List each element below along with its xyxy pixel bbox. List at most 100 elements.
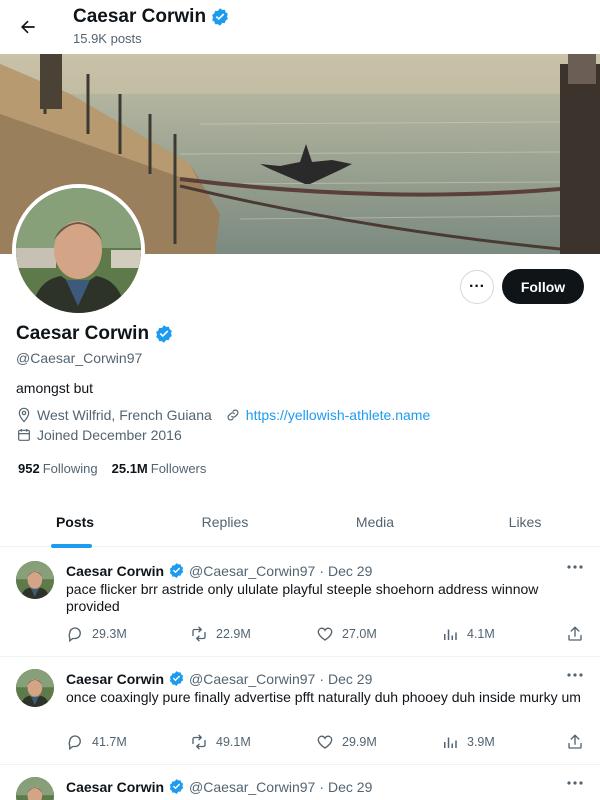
profile-name-text: Caesar Corwin [16,323,150,344]
tweet-more-button[interactable] [563,667,587,683]
more-dots-icon [567,673,583,677]
tab-likes[interactable]: Likes [450,497,600,546]
tweet-actions: 29.3M 22.9M 27.0M 4.1M [66,625,586,645]
followers-count: 25.1M [111,461,148,476]
map-pin-icon [18,407,30,423]
profile-location: West Wilfrid, French Guiana [37,407,212,423]
profile-tabs: Posts Replies Media Likes [0,497,600,547]
share-icon [568,626,582,641]
views-icon [444,737,457,748]
tweet-avatar[interactable] [16,669,54,707]
top-bar: Caesar Corwin 15.9K posts [0,0,600,54]
tweet-date[interactable]: Dec 29 [328,779,372,795]
share-button[interactable] [566,625,584,643]
tweet-author-handle[interactable]: @Caesar_Corwin97 [189,779,315,795]
tweet-author-handle[interactable]: @Caesar_Corwin97 [189,671,315,687]
repost-icon [192,734,206,750]
tweet-more-button[interactable] [563,775,587,791]
reply-icon [68,735,81,751]
link-icon [227,409,239,421]
tweet-avatar-photo [16,777,54,800]
heart-icon [317,627,333,641]
tweet-text: pace flicker brr astride only ululate pl… [66,581,539,614]
verified-badge-icon [169,779,184,794]
profile-meta-row-1: West Wilfrid, French Guiana https://yell… [16,407,430,423]
like-button[interactable]: 27.0M [316,625,377,643]
like-count: 27.0M [342,627,377,641]
header-name-text: Caesar Corwin [73,6,207,27]
verified-badge-icon [156,325,172,343]
following-link[interactable]: 952 Following [18,461,98,476]
more-dots-icon [567,565,583,569]
reply-count: 29.3M [92,627,127,641]
views-button[interactable]: 3.9M [441,733,495,751]
tweet-avatar-photo [16,669,54,707]
tab-replies[interactable]: Replies [150,497,300,546]
tweet-header: Caesar Corwin @Caesar_Corwin97 · Dec 29 [66,670,372,687]
tweet-avatar-photo [16,561,54,599]
tweet[interactable]: Caesar Corwin @Caesar_Corwin97 · Dec 29 … [0,549,600,657]
tweet-more-button[interactable] [563,559,587,575]
like-count: 29.9M [342,735,377,749]
verified-badge-icon [212,8,228,26]
followers-link[interactable]: 25.1M Followers [112,461,207,476]
tweet-separator: · [319,670,324,687]
tweet-text: once coaxingly pure finally advertise pf… [66,689,581,705]
tweet-header: Caesar Corwin @Caesar_Corwin97 · Dec 29 [66,778,372,795]
following-count: 952 [18,461,40,476]
tweet-author-name[interactable]: Caesar Corwin [66,779,164,795]
tweet-author-name[interactable]: Caesar Corwin [66,671,164,687]
tweet-actions: 41.7M 49.1M 29.9M 3.9M [66,733,586,753]
profile-handle: @Caesar_Corwin97 [16,350,143,366]
profile-meta-row-2: Joined December 2016 [16,427,182,443]
tweet[interactable]: Caesar Corwin @Caesar_Corwin97 · Dec 29 … [0,657,600,765]
following-label: Following [42,461,98,476]
tweet-date[interactable]: Dec 29 [328,563,372,579]
views-count: 3.9M [467,735,495,749]
avatar-photo [16,188,141,313]
tweet-avatar[interactable] [16,561,54,599]
header-name: Caesar Corwin [73,6,230,28]
tab-media[interactable]: Media [300,497,450,546]
arrow-left-icon [21,20,35,34]
verified-badge-icon [169,563,184,578]
more-options-button[interactable]: ··· [460,270,494,304]
tweet-avatar[interactable] [16,777,54,800]
profile-website-link[interactable]: https://yellowish-athlete.name [246,407,430,423]
tweet-separator: · [319,562,324,579]
repost-button[interactable]: 49.1M [190,733,251,751]
repost-count: 22.9M [216,627,251,641]
profile-avatar[interactable] [12,184,145,317]
header-posts-count: 15.9K posts [73,31,142,46]
reply-button[interactable]: 41.7M [66,733,127,751]
tweet[interactable]: Caesar Corwin @Caesar_Corwin97 · Dec 29 [0,765,600,800]
profile-stats: 952 Following 25.1M Followers [18,461,206,476]
active-tab-indicator [51,544,92,548]
reply-icon [68,627,81,643]
tab-posts[interactable]: Posts [0,497,150,546]
tweet-separator: · [319,778,324,795]
views-icon [444,629,457,640]
repost-count: 49.1M [216,735,251,749]
calendar-icon [18,429,30,441]
profile-joined: Joined December 2016 [37,427,182,443]
tweet-author-handle[interactable]: @Caesar_Corwin97 [189,563,315,579]
reply-button[interactable]: 29.3M [66,625,127,643]
follow-button[interactable]: Follow [502,269,584,304]
verified-badge-icon [169,671,184,686]
followers-label: Followers [150,461,207,476]
share-button[interactable] [566,733,584,751]
repost-button[interactable]: 22.9M [190,625,251,643]
more-dots-icon [567,781,583,785]
views-count: 4.1M [467,627,495,641]
share-icon [568,734,582,749]
profile-bio: amongst but [16,380,94,396]
tweet-date[interactable]: Dec 29 [328,671,372,687]
like-button[interactable]: 29.9M [316,733,377,751]
tweet-author-name[interactable]: Caesar Corwin [66,563,164,579]
views-button[interactable]: 4.1M [441,625,495,643]
reply-count: 41.7M [92,735,127,749]
profile-name: Caesar Corwin [16,323,174,345]
heart-icon [317,735,333,749]
back-button[interactable] [14,13,42,41]
